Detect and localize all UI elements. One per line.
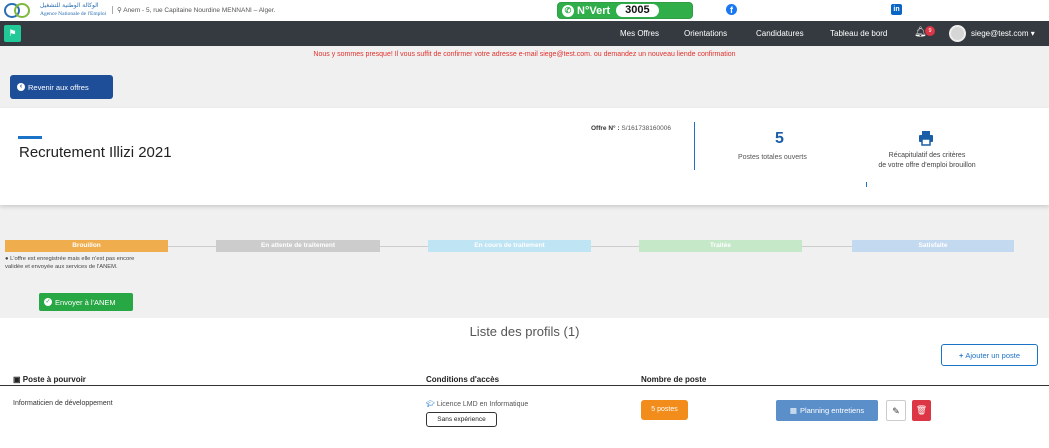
- offer-number: Offre N° : S/161738160006: [591, 125, 671, 132]
- facebook-icon[interactable]: f: [726, 4, 737, 15]
- linkedin-icon[interactable]: in: [891, 4, 902, 15]
- step-en-attente: En attente de traitement: [216, 240, 380, 252]
- back-to-offers-button[interactable]: ‹ Revenir aux offres: [10, 75, 113, 99]
- add-post-label: Ajouter un poste: [965, 350, 1020, 360]
- planning-label: Planning entretiens: [799, 406, 865, 415]
- postes-total-count: 5: [775, 130, 784, 147]
- postes-total-label: Postes totales ouverts: [738, 154, 807, 161]
- arrow-left-circle-icon: ‹: [17, 83, 25, 91]
- offer-header-card: Recrutement Illizi 2021 Offre N° : S/161…: [0, 108, 1049, 205]
- briefcase-icon: ▣: [13, 375, 21, 384]
- nvert-number: 3005: [616, 4, 659, 17]
- plus-icon: +: [958, 350, 964, 360]
- send-button-label: Envoyer à l'ANEM: [55, 297, 116, 307]
- profiles-section: Liste des profils (1) + Ajouter un poste …: [0, 318, 1049, 448]
- nav-tableau-de-bord[interactable]: Tableau de bord: [830, 29, 887, 38]
- logo-arabic-text: الوكالة الوطنية للتشغيل: [40, 2, 99, 9]
- step-traitee: Traitée: [639, 240, 802, 252]
- check-circle-icon: ✓: [44, 298, 52, 306]
- table-header: ▣ Poste à pourvoir Conditions d'accès No…: [0, 372, 1049, 386]
- title-accent-bar: [18, 136, 42, 139]
- page-title: Recrutement Illizi 2021: [19, 144, 172, 161]
- col-nombre: Nombre de poste: [641, 375, 707, 384]
- address: ⚲ Anem - 5, rue Capitaine Nourdine MENNA…: [112, 6, 275, 14]
- address-text: Anem - 5, rue Capitaine Nourdine MENNANI…: [123, 7, 276, 14]
- anem-logo[interactable]: الوكالة الوطنية للتشغيل Agence Nationale…: [4, 1, 106, 19]
- user-email: siege@test.com: [971, 29, 1029, 38]
- back-button-label: Revenir aux offres: [28, 82, 89, 92]
- step-en-cours: En cours de traitement: [428, 240, 591, 252]
- trash-icon: 🗑︎: [915, 405, 928, 415]
- email-confirmation-alert: Nous y sommes presque! Il vous suffit de…: [0, 51, 1049, 58]
- main-navbar: ⚑ Mes Offres Orientations Candidatures T…: [0, 21, 1049, 46]
- add-post-button[interactable]: + Ajouter un poste: [941, 344, 1038, 366]
- avatar[interactable]: [949, 25, 966, 42]
- col-poste: ▣ Poste à pourvoir: [13, 375, 86, 384]
- edit-button[interactable]: ✎: [886, 400, 906, 421]
- edit-icon: ✎: [892, 406, 900, 416]
- experience-badge: Sans expérience: [426, 412, 497, 427]
- step-note-text: L'offre est enregistrée mais elle n'est …: [5, 256, 135, 270]
- recap-line-2: de votre offre d'emploi brouillon: [878, 162, 976, 169]
- info-icon: ●: [5, 256, 9, 262]
- notification-badge: 9: [925, 26, 935, 36]
- delete-button[interactable]: 🗑︎: [912, 400, 931, 421]
- row-condition: 🎓︎ Licence LMD en Informatique: [426, 400, 528, 408]
- graduation-cap-icon: 🎓︎: [426, 401, 435, 408]
- col-poste-label: Poste à pourvoir: [22, 375, 86, 384]
- anem-logo-mark: [4, 1, 38, 19]
- chevron-down-icon: ▾: [1030, 29, 1035, 38]
- col-conditions: Conditions d'accès: [426, 375, 500, 384]
- nav-orientations[interactable]: Orientations: [684, 29, 727, 38]
- step-connector: [168, 246, 216, 247]
- send-to-anem-button[interactable]: ✓ Envoyer à l'ANEM: [39, 293, 133, 311]
- recap-link[interactable]: Récapitulatif des critères de votre offr…: [858, 151, 996, 171]
- profiles-title: Liste des profils (1): [469, 324, 580, 339]
- top-bar: الوكالة الوطنية للتشغيل Agence Nationale…: [0, 0, 1049, 21]
- flag-icon[interactable]: ⚑: [4, 25, 21, 42]
- planning-button[interactable]: ▦ Planning entretiens: [776, 400, 878, 421]
- nav-candidatures[interactable]: Candidatures: [756, 29, 804, 38]
- calendar-icon: ▦: [789, 406, 797, 415]
- green-number-badge: ✆ N°Vert 3005: [557, 2, 693, 19]
- map-pin-icon: ⚲: [117, 7, 122, 14]
- logo-french-text: Agence Nationale de l'Emploi: [40, 11, 107, 17]
- offer-number-value: S/161738160006: [621, 125, 671, 132]
- phone-icon: ✆: [562, 4, 574, 17]
- step-connector: [380, 246, 428, 247]
- row-poste-name: Informaticien de développement: [13, 400, 113, 407]
- row-condition-text: Licence LMD en Informatique: [436, 401, 529, 408]
- confirmation-link[interactable]: liende confirmation: [677, 51, 736, 58]
- user-menu[interactable]: siege@test.com ▾: [971, 29, 1035, 38]
- recap-marker: [866, 182, 867, 187]
- step-connector: [591, 246, 639, 247]
- alert-text: Nous y sommes presque! Il vous suffit de…: [313, 51, 675, 58]
- recap-line-1: Récapitulatif des critères: [888, 152, 966, 159]
- step-brouillon: Brouillon: [5, 240, 168, 252]
- nvert-label: N°Vert: [577, 4, 611, 17]
- step-satisfaite: Satisfaite: [852, 240, 1014, 252]
- nav-mes-offres[interactable]: Mes Offres: [620, 29, 659, 38]
- divider: [694, 122, 695, 170]
- step-note: ● L'offre est enregistrée mais elle n'es…: [5, 255, 145, 271]
- offer-number-label: Offre N° :: [591, 125, 620, 132]
- postes-count-badge: 5 postes: [641, 400, 688, 420]
- step-connector: [802, 246, 852, 247]
- print-icon[interactable]: [918, 130, 934, 146]
